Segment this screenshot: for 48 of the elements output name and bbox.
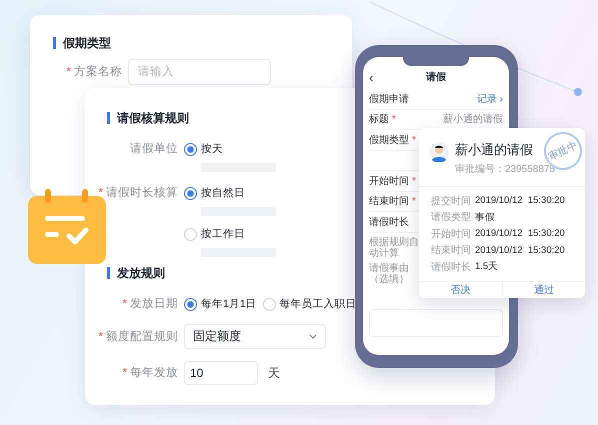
- detail-label: 开始时间: [431, 228, 472, 241]
- hint-text: 根据规则自动计算: [369, 236, 419, 258]
- radio-label: 按工作日: [201, 227, 245, 241]
- form-label: 开始时间 *: [369, 174, 416, 188]
- chevron-down-icon: [309, 334, 317, 339]
- action-button[interactable]: 通过: [502, 282, 585, 298]
- radio-label: 每年员工入职日: [280, 297, 357, 311]
- action-button[interactable]: 否决: [419, 282, 502, 298]
- field-label: * 额度配置规则: [98, 330, 178, 344]
- dropdown-field[interactable]: 固定额度: [184, 324, 326, 349]
- radio-option[interactable]: 按天: [184, 139, 276, 159]
- unit-label: 天: [268, 365, 280, 382]
- radio-label: 按天: [201, 142, 223, 156]
- detail-value: 事假: [475, 210, 495, 224]
- field-label: * 方案名称: [66, 64, 122, 80]
- form-label: 结束时间 *: [369, 194, 416, 208]
- form-label: 请假时长: [369, 216, 409, 229]
- field-label: 请假单位: [129, 142, 178, 157]
- detail-value: 2019/10/12 15:30:20: [475, 244, 565, 256]
- form-label: 假期类型 *: [369, 134, 416, 147]
- radio-icon[interactable]: [184, 298, 197, 310]
- field-label: * 请假时长核算: [98, 186, 178, 201]
- field-label: * 发放日期: [122, 296, 178, 312]
- screen-title: 请假: [424, 70, 447, 84]
- radio-option[interactable]: 每年员工入职日: [262, 294, 357, 314]
- records-link[interactable]: 记录 ›: [476, 92, 503, 106]
- radio-option[interactable]: 按工作日: [184, 224, 276, 244]
- radio-label: 每年1月1日: [201, 297, 257, 311]
- section-title: 假期类型: [53, 37, 352, 49]
- detail-value: 2019/10/12 15:30:20: [475, 228, 565, 240]
- field-label: * 每年发放: [122, 366, 178, 381]
- phone-notch: [403, 57, 469, 66]
- form-label: 标题 *: [369, 112, 396, 126]
- detail-value: 2019/10/12 15:30:20: [475, 195, 565, 206]
- radio-option[interactable]: 每年1月1日: [184, 294, 257, 314]
- radio-label: 按自然日: [201, 186, 245, 200]
- approval-title: 薪小通的请假: [455, 141, 533, 159]
- input-field[interactable]: 请输入: [128, 59, 271, 85]
- avatar-icon: [429, 142, 449, 162]
- radio-icon[interactable]: [184, 142, 197, 156]
- number-field[interactable]: 10: [184, 361, 258, 385]
- radio-option[interactable]: 按自然日: [184, 183, 276, 203]
- detail-label: 结束时间: [431, 244, 472, 258]
- back-button[interactable]: ‹: [369, 70, 389, 84]
- detail-label: 提交时间: [431, 194, 472, 208]
- detail-label: 请假类型: [431, 210, 472, 224]
- section-label: 假期申请: [369, 92, 409, 106]
- radio-icon[interactable]: [184, 186, 197, 200]
